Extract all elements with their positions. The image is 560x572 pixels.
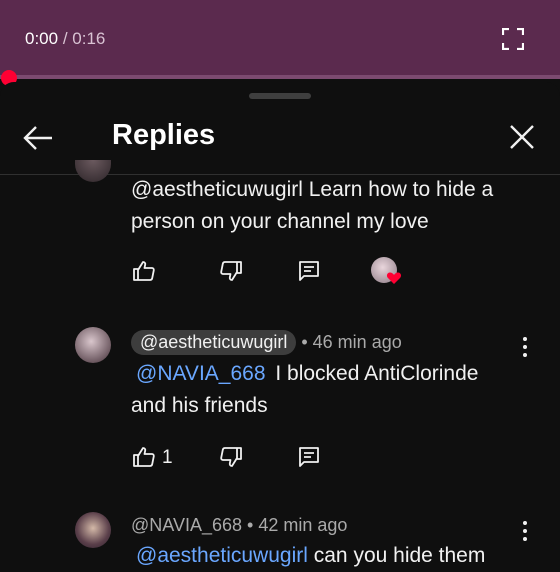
- author-chip[interactable]: @aestheticuwugirl: [131, 330, 297, 355]
- more-options-icon[interactable]: [522, 337, 528, 357]
- comment-time: • 46 min ago: [301, 332, 402, 352]
- thumbs-down-icon[interactable]: [219, 259, 243, 283]
- duration: 0:16: [72, 29, 106, 48]
- comment-mention[interactable]: @aestheticuwugirl: [131, 178, 303, 201]
- like-count: 1: [162, 447, 173, 468]
- more-options-icon[interactable]: [522, 521, 528, 541]
- author-name[interactable]: @NAVIA_668: [131, 515, 242, 535]
- time-display: 0:00 / 0:16: [25, 29, 105, 49]
- comment-time: • 42 min ago: [247, 515, 348, 535]
- arrow-left-icon[interactable]: [22, 122, 54, 154]
- heart-icon: [386, 272, 402, 284]
- comment-body: I blocked AntiClorinde: [275, 362, 479, 385]
- close-icon[interactable]: [508, 123, 536, 151]
- comment-actions: 1: [131, 445, 431, 475]
- comment-text: @aestheticuwugirl Learn how to hide a pe…: [131, 174, 531, 238]
- comment-meta: @aestheticuwugirl • 46 min ago: [131, 330, 402, 355]
- drag-handle[interactable]: [249, 93, 311, 99]
- comment-mention[interactable]: @aestheticuwugirl: [136, 544, 308, 567]
- video-player[interactable]: 0:00 / 0:16: [0, 0, 560, 86]
- fullscreen-icon[interactable]: [502, 28, 524, 50]
- comment-text: @aestheticuwugirl can you hide them: [131, 540, 531, 572]
- replies-panel: Replies: [0, 82, 560, 560]
- progress-track[interactable]: [0, 75, 560, 79]
- thumbs-up-icon[interactable]: [132, 259, 156, 283]
- avatar[interactable]: [75, 327, 111, 363]
- comment-body-cont: and his friends: [131, 394, 268, 417]
- comment-body: can you hide them: [313, 544, 486, 567]
- reply-icon[interactable]: [297, 259, 321, 283]
- comment-actions: [131, 257, 431, 289]
- time-separator: /: [62, 29, 68, 48]
- creator-heart-badge: [371, 257, 402, 287]
- comment-body: Learn how to hide a: [308, 178, 494, 201]
- comment-body-cont: person on your channel my love: [131, 210, 429, 233]
- avatar[interactable]: [75, 512, 111, 548]
- reply-icon[interactable]: [297, 445, 321, 469]
- comment-text: @NAVIA_668 I blocked AntiClorinde and hi…: [131, 358, 531, 422]
- current-time: 0:00: [25, 29, 59, 48]
- page-title: Replies: [112, 119, 216, 151]
- thumbs-up-icon[interactable]: [132, 445, 156, 469]
- comment-mention[interactable]: @NAVIA_668: [136, 362, 266, 385]
- comment-meta: @NAVIA_668 • 42 min ago: [131, 515, 347, 536]
- thumbs-down-icon[interactable]: [219, 445, 243, 469]
